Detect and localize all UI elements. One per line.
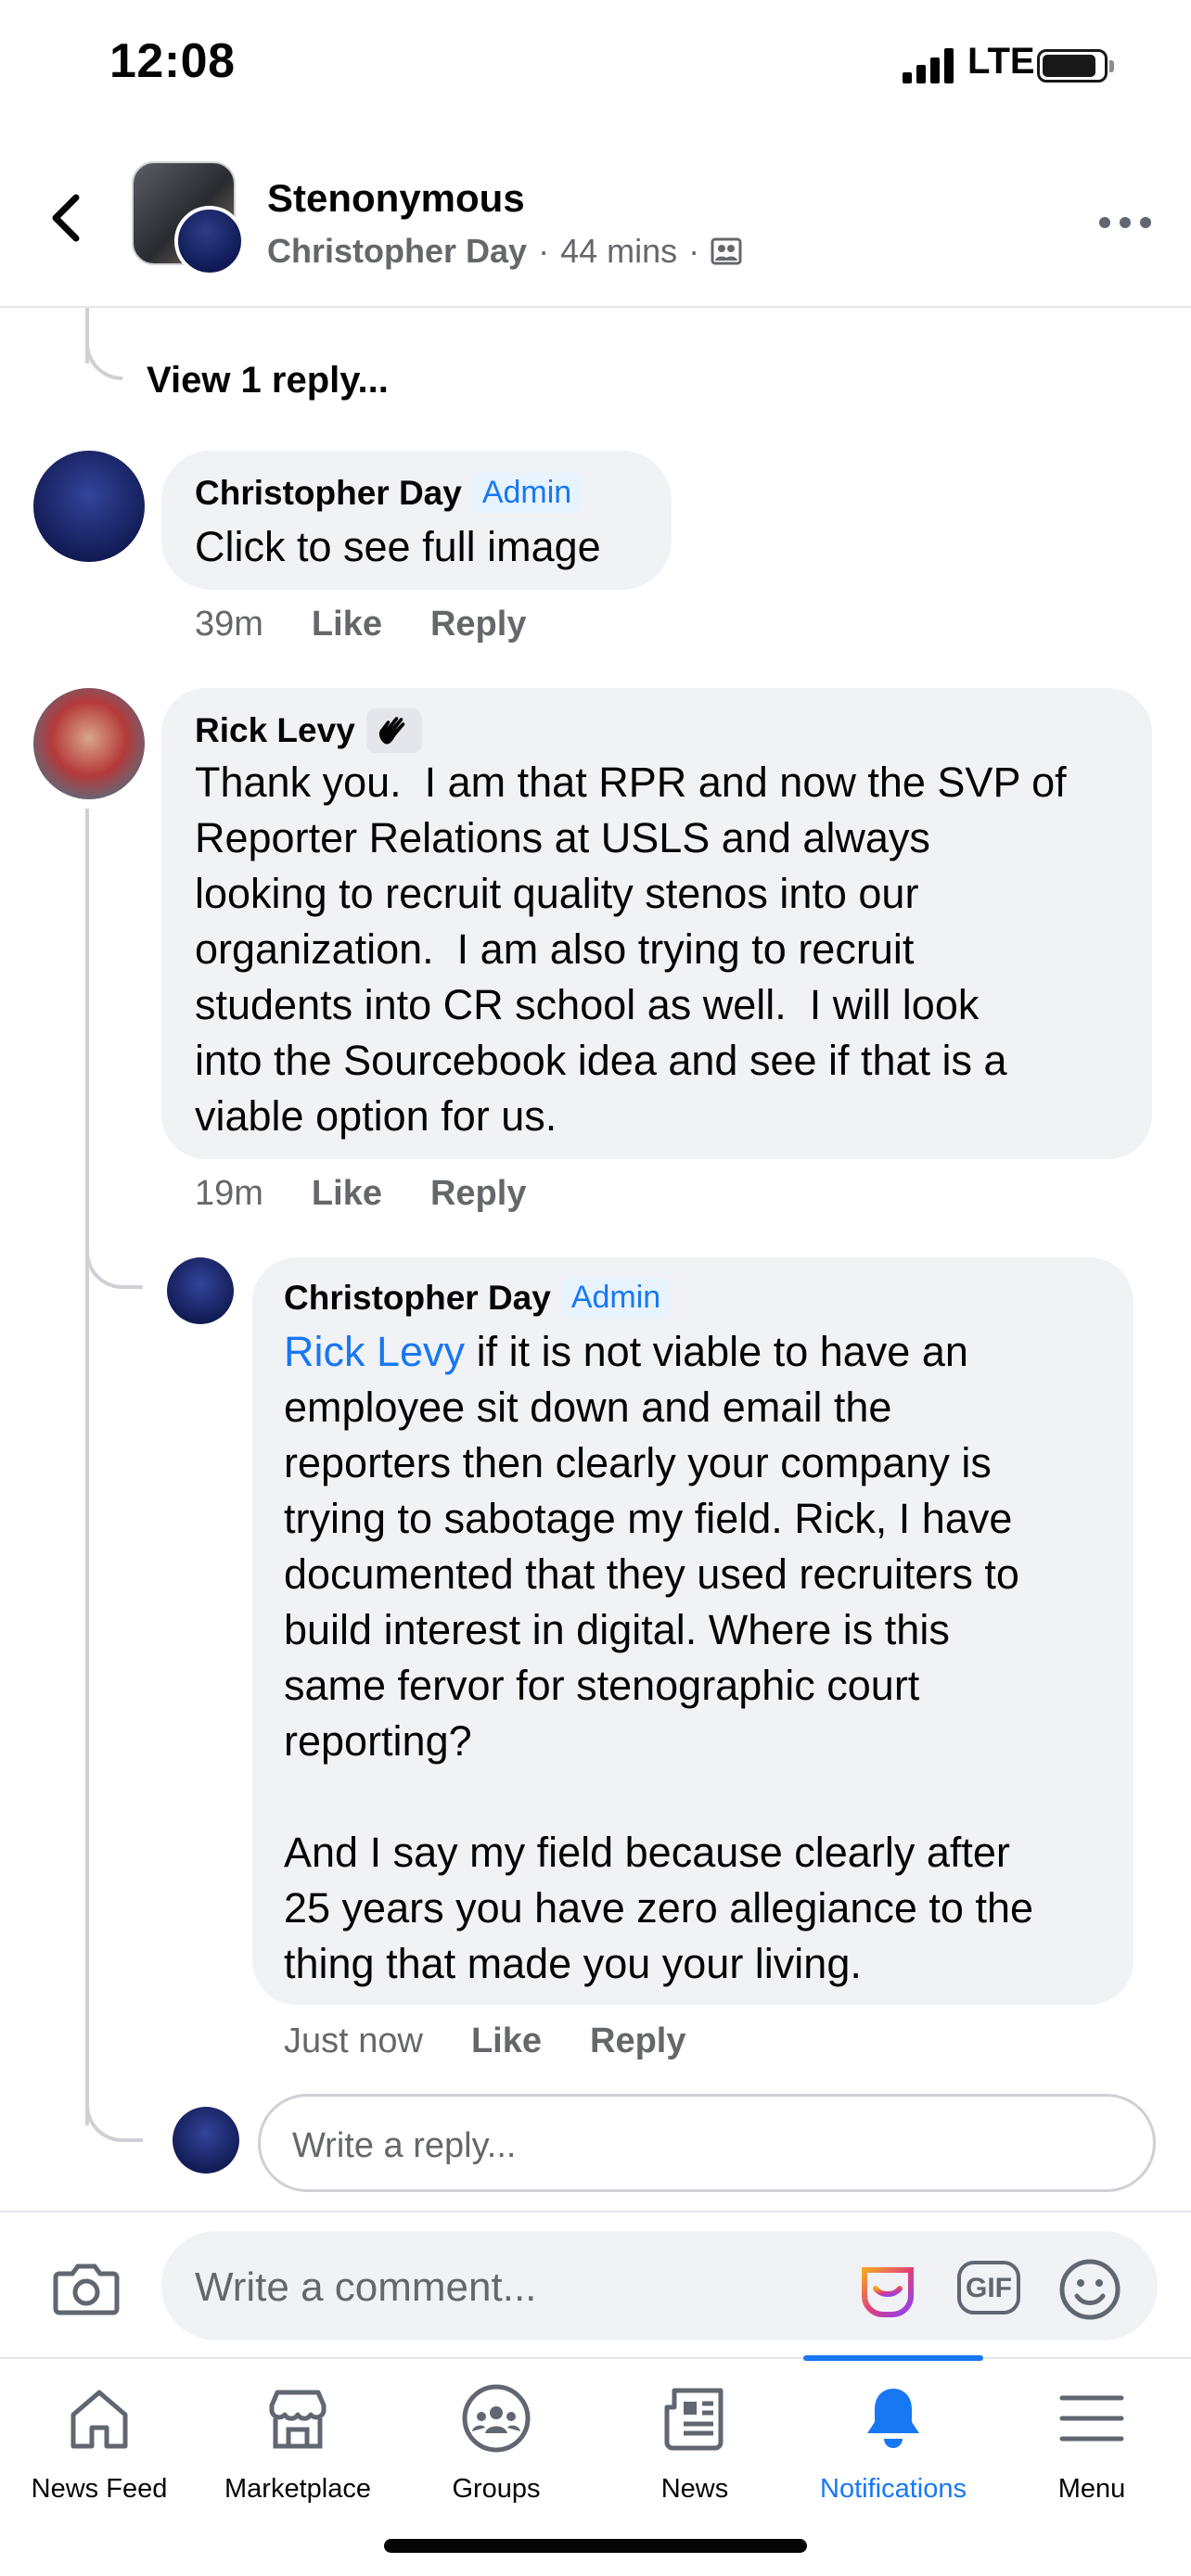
post-author[interactable]: Christopher Day <box>267 232 527 271</box>
reply-input[interactable]: Write a reply... <box>258 2094 1156 2192</box>
menu-icon <box>1059 2395 1124 2442</box>
network-type: LTE <box>967 41 1035 82</box>
groups-icon <box>462 2384 531 2453</box>
avatar[interactable] <box>33 451 145 562</box>
post-time[interactable]: 44 mins <box>560 232 677 271</box>
comment-actions: 39m Like Reply <box>195 605 526 644</box>
reply-button[interactable]: Reply <box>430 605 526 644</box>
post-meta: Christopher Day · 44 mins · <box>267 232 742 271</box>
comment-actions: 19m Like Reply <box>195 1174 526 1214</box>
marketplace-icon <box>269 2390 327 2449</box>
waving-hand-icon <box>365 708 422 753</box>
comment-time[interactable]: Just now <box>284 2021 423 2061</box>
comment-author[interactable]: Christopher Day <box>195 474 462 513</box>
comment-bubble[interactable]: Christopher Day Admin Click to see full … <box>161 451 672 590</box>
comment-text: Click to see full image <box>195 523 601 570</box>
comment-bubble[interactable]: Christopher Day Admin Rick Levy if it is… <box>252 1257 1133 2005</box>
thread-curve <box>85 325 122 380</box>
comment-text: Rick Levy if it is not viable to have an… <box>284 1324 1033 1992</box>
comment-placeholder: Write a comment... <box>195 2264 537 2310</box>
camera-icon[interactable] <box>52 2261 121 2316</box>
bell-icon <box>867 2389 919 2448</box>
tab-notifications[interactable]: Notifications <box>794 2359 992 2517</box>
news-icon <box>664 2388 724 2451</box>
more-options-icon[interactable] <box>1099 213 1151 232</box>
admin-badge: Admin <box>561 1278 671 1318</box>
mention-link[interactable]: Rick Levy <box>284 1328 465 1375</box>
comment-author-row: Christopher Day Admin <box>284 1278 671 1318</box>
comment-author-row: Rick Levy <box>195 708 422 753</box>
battery-icon <box>1037 49 1114 83</box>
comment-composer: Write a comment... GIF <box>0 2211 1191 2357</box>
tab-label: Marketplace <box>224 2474 371 2504</box>
tab-groups[interactable]: Groups <box>397 2359 596 2517</box>
cellular-signal-icon <box>903 48 958 83</box>
comment-input[interactable]: Write a comment... GIF <box>161 2231 1158 2340</box>
home-icon <box>70 2390 128 2449</box>
status-time: 12:08 <box>109 34 236 88</box>
my-avatar <box>173 2107 239 2174</box>
thread-line <box>85 809 89 2125</box>
tab-label: News <box>660 2474 729 2504</box>
avatar-sticker-icon[interactable] <box>855 2257 920 2322</box>
tab-menu[interactable]: Menu <box>992 2359 1191 2517</box>
comment-time[interactable]: 39m <box>195 605 263 644</box>
tab-news-feed[interactable]: News Feed <box>0 2359 198 2517</box>
tab-label: Menu <box>1057 2474 1126 2504</box>
meta-separator: · <box>538 232 550 270</box>
like-button[interactable]: Like <box>471 2021 542 2061</box>
comment-author[interactable]: Rick Levy <box>195 711 355 750</box>
reply-button[interactable]: Reply <box>430 1174 526 1214</box>
back-arrow-icon[interactable] <box>39 190 95 246</box>
thread-curve <box>85 2086 143 2142</box>
tab-label: Notifications <box>820 2474 967 2504</box>
avatar[interactable] <box>33 688 145 799</box>
like-button[interactable]: Like <box>312 605 382 644</box>
comment-time[interactable]: 19m <box>195 1174 263 1214</box>
tab-label: Groups <box>452 2474 541 2504</box>
meta-separator: · <box>688 232 700 270</box>
gif-button[interactable]: GIF <box>957 2261 1020 2315</box>
group-members-icon <box>711 237 742 265</box>
tab-news[interactable]: News <box>596 2359 794 2517</box>
comment-bubble[interactable]: Rick Levy Thank you. I am that RPR and n… <box>161 688 1152 1159</box>
comment-author-row: Christopher Day Admin <box>195 473 582 513</box>
view-replies-link[interactable]: View 1 reply... <box>147 360 389 402</box>
comment-actions: Just now Like Reply <box>284 2021 686 2061</box>
comment-author[interactable]: Christopher Day <box>284 1279 551 1318</box>
post-header: Stenonymous Christopher Day · 44 mins · <box>0 139 1191 308</box>
avatar[interactable] <box>167 1257 234 1324</box>
emoji-icon[interactable] <box>1057 2257 1122 2322</box>
like-button[interactable]: Like <box>312 1174 382 1214</box>
author-avatar[interactable] <box>174 206 245 276</box>
group-name[interactable]: Stenonymous <box>267 176 525 221</box>
comment-text: Thank you. I am that RPR and now the SVP… <box>195 759 1067 1140</box>
tab-label: News Feed <box>31 2474 168 2504</box>
status-bar: 12:08 LTE <box>0 0 1191 139</box>
admin-badge: Admin <box>472 473 582 513</box>
reply-button[interactable]: Reply <box>590 2021 685 2061</box>
tab-marketplace[interactable]: Marketplace <box>198 2359 397 2517</box>
thread-curve <box>85 1233 143 1289</box>
home-indicator <box>384 2539 807 2553</box>
comment-body: if it is not viable to have an employee … <box>284 1328 1034 1987</box>
